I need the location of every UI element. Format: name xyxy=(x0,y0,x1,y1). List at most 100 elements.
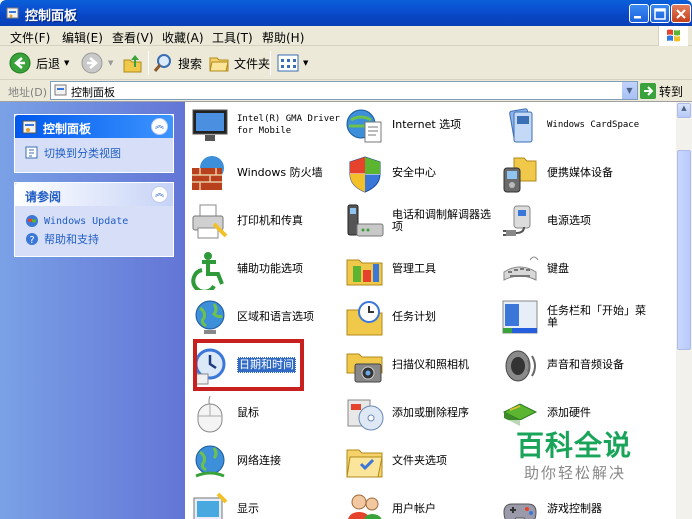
item-game-controllers[interactable]: 游戏控制器 xyxy=(497,486,652,519)
address-input[interactable]: 控制面板 ▼ xyxy=(50,81,638,100)
go-arrow-icon xyxy=(640,83,656,99)
collapse-icon[interactable]: ︽ xyxy=(151,118,168,135)
item-sounds-audio-devices[interactable]: 声音和音频设备 xyxy=(497,342,652,388)
folders-label: 文件夹 xyxy=(234,56,271,71)
switch-view-icon xyxy=(25,146,38,159)
globe-icon xyxy=(195,300,225,334)
mouse-icon xyxy=(197,395,223,433)
toolbar-separator xyxy=(148,51,149,75)
item-windows-cardspace[interactable]: Windows CardSpace xyxy=(497,102,652,148)
windows-update-icon xyxy=(26,215,38,227)
address-bar: 地址(D) 控制面板 ▼ 转到 xyxy=(0,80,692,102)
item-label: 安全中心 xyxy=(392,166,436,179)
item-label: 键盘 xyxy=(547,262,569,275)
item-label: Intel(R) GMA Driver for Mobile xyxy=(237,114,340,136)
folders-button[interactable]: 文件夹 xyxy=(208,50,270,76)
minimize-icon xyxy=(634,16,641,19)
item-display[interactable]: 显示 xyxy=(187,486,342,519)
highlight-annotation-box xyxy=(193,339,304,391)
item-label: 打印机和传真 xyxy=(237,214,303,227)
item-security-center[interactable]: 安全中心 xyxy=(342,150,497,196)
item-administrative-tools[interactable]: 管理工具 xyxy=(342,246,497,292)
item-phone-modem-options[interactable]: 电话和调制解调器选项 xyxy=(342,198,497,244)
item-power-options[interactable]: 电源选项 xyxy=(497,198,652,244)
close-button[interactable] xyxy=(671,4,691,23)
item-label: 电源选项 xyxy=(547,214,591,227)
see-also-box-header[interactable]: 请参阅 ︽ xyxy=(15,183,173,206)
chevron-down-icon[interactable]: ▼ xyxy=(303,59,308,67)
switch-view-label: 切换到分类视图 xyxy=(44,147,121,160)
up-folder-button[interactable] xyxy=(122,50,144,76)
power-plug-icon xyxy=(503,205,531,236)
item-label: 文件夹选项 xyxy=(392,454,447,467)
maximize-button[interactable] xyxy=(650,4,670,23)
control-panel-box-header[interactable]: 控制面板 ︽ xyxy=(15,115,173,138)
item-internet-options[interactable]: Internet 选项 xyxy=(342,102,497,148)
item-mouse[interactable]: 鼠标 xyxy=(187,390,342,436)
title-bar[interactable]: 控制面板 xyxy=(0,0,692,26)
item-keyboard[interactable]: 键盘 xyxy=(497,246,652,292)
toolbar-separator xyxy=(270,51,271,75)
collapse-icon[interactable]: ︽ xyxy=(151,186,168,203)
cards-icon xyxy=(509,108,533,143)
item-add-remove-programs[interactable]: 添加或删除程序 xyxy=(342,390,497,436)
menu-edit[interactable]: 编辑(E) xyxy=(62,29,103,46)
chevron-down-icon[interactable]: ▼ xyxy=(64,59,69,67)
view-grid-icon xyxy=(277,54,299,72)
watermark: 百科全说 助你轻松解决 xyxy=(500,420,660,490)
address-value: 控制面板 xyxy=(71,86,115,99)
menu-help[interactable]: 帮助(H) xyxy=(262,29,304,46)
task-pane: 控制面板 ︽ 切换到分类视图 请参阅 ︽ Windows Update ? 帮助… xyxy=(0,102,185,519)
item-label: 便携媒体设备 xyxy=(547,166,613,179)
menu-view[interactable]: 查看(V) xyxy=(112,29,154,46)
search-label: 搜索 xyxy=(178,56,203,71)
item-taskbar-start-menu[interactable]: 任务栏和「开始」菜单 xyxy=(497,294,652,340)
user-accounts-icon xyxy=(348,494,382,519)
item-accessibility-options[interactable]: 辅助功能选项 xyxy=(187,246,342,292)
item-folder-options[interactable]: 文件夹选项 xyxy=(342,438,497,484)
address-dropdown-button[interactable]: ▼ xyxy=(621,82,637,99)
item-label: 管理工具 xyxy=(392,262,436,275)
item-windows-firewall[interactable]: Windows 防火墙 xyxy=(187,150,342,196)
item-label: 区域和语言选项 xyxy=(237,310,314,323)
views-button[interactable]: ▼ xyxy=(277,50,308,76)
item-scheduled-tasks[interactable]: 任务计划 xyxy=(342,294,497,340)
item-regional-language-options[interactable]: 区域和语言选项 xyxy=(187,294,342,340)
scroll-up-button[interactable]: ▲ xyxy=(677,103,691,118)
item-scanners-cameras[interactable]: 扫描仪和照相机 xyxy=(342,342,497,388)
menu-file[interactable]: 文件(F) xyxy=(10,29,50,46)
item-label: 游戏控制器 xyxy=(547,502,602,515)
phone-modem-icon xyxy=(347,204,384,237)
control-panel-box-title: 控制面板 xyxy=(43,122,92,136)
switch-category-view-link[interactable]: 切换到分类视图 xyxy=(15,144,173,162)
forward-arrow-icon xyxy=(81,52,103,74)
scrollbar-thumb[interactable] xyxy=(677,150,691,350)
window-title: 控制面板 xyxy=(25,9,78,24)
see-also-box: 请参阅 ︽ Windows Update ? 帮助和支持 xyxy=(14,182,174,257)
chevron-down-icon[interactable]: ▼ xyxy=(108,59,113,67)
forward-button[interactable]: ▼ xyxy=(80,50,113,76)
media-device-icon xyxy=(503,157,537,193)
display-icon xyxy=(193,492,228,519)
item-intel-gma-driver[interactable]: Intel(R) GMA Driver for Mobile xyxy=(187,102,342,148)
vertical-scrollbar[interactable]: ▲ xyxy=(676,102,692,519)
minimize-button[interactable] xyxy=(629,4,649,23)
menu-favorites[interactable]: 收藏(A) xyxy=(162,29,204,46)
item-network-connections[interactable]: 网络连接 xyxy=(187,438,342,484)
scanner-camera-icon xyxy=(346,353,383,383)
menu-tools[interactable]: 工具(T) xyxy=(212,29,253,46)
item-label: 网络连接 xyxy=(237,454,281,467)
search-button[interactable]: 搜索 xyxy=(152,50,202,76)
help-support-link[interactable]: ? 帮助和支持 xyxy=(15,230,173,248)
go-button[interactable]: 转到 xyxy=(640,82,683,100)
globe-document-icon xyxy=(346,109,382,143)
back-button[interactable]: 后退 ▼ xyxy=(8,50,69,76)
item-label: 显示 xyxy=(237,502,259,515)
item-label: Windows 防火墙 xyxy=(237,166,323,179)
item-portable-media-devices[interactable]: 便携媒体设备 xyxy=(497,150,652,196)
keyboard-icon xyxy=(503,256,539,281)
windows-update-link[interactable]: Windows Update xyxy=(15,212,173,230)
item-user-accounts[interactable]: 用户帐户 xyxy=(342,486,497,519)
item-label: 辅助功能选项 xyxy=(237,262,303,275)
item-printers-faxes[interactable]: 打印机和传真 xyxy=(187,198,342,244)
